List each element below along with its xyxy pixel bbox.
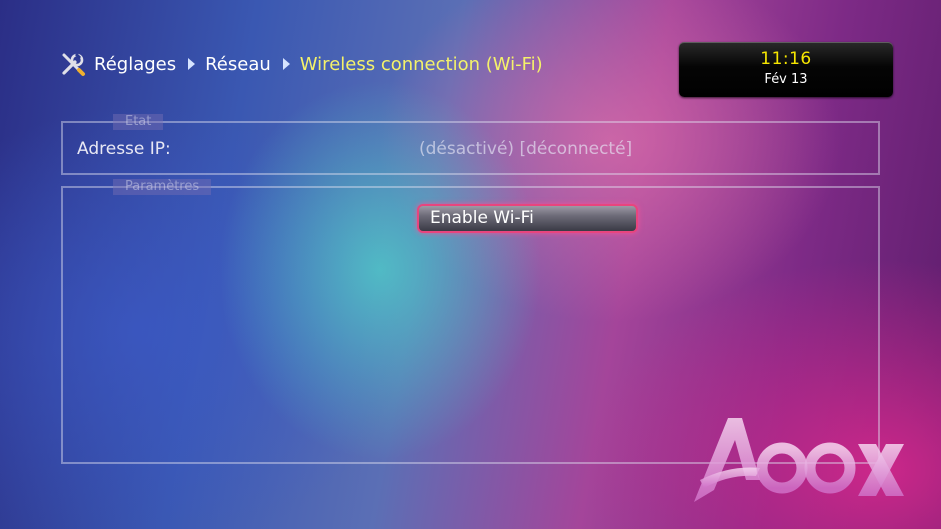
chevron-right-icon — [282, 58, 290, 70]
ip-address-label: Adresse IP: — [77, 139, 171, 159]
clock-time: 11:16 — [760, 49, 812, 69]
enable-wifi-button[interactable]: Enable Wi-Fi — [417, 204, 638, 233]
abox-logo — [694, 418, 904, 502]
tools-icon — [62, 52, 85, 76]
breadcrumb-current: Wireless connection (Wi-Fi) — [299, 53, 543, 75]
breadcrumb-item-settings[interactable]: Réglages — [94, 54, 176, 75]
status-group: Etat Adresse IP: (désactivé) [déconnecté… — [61, 114, 880, 175]
settings-group-legend: Paramètres — [113, 179, 212, 195]
chevron-right-icon — [188, 58, 196, 70]
status-group-legend: Etat — [113, 114, 164, 130]
breadcrumb-item-network[interactable]: Réseau — [205, 54, 271, 75]
screen: Réglages Réseau Wireless connection (Wi-… — [0, 0, 941, 529]
ip-address-value: (désactivé) [déconnecté] — [419, 139, 633, 159]
clock-panel: 11:16 Fév 13 — [679, 42, 893, 97]
clock-date: Fév 13 — [764, 72, 808, 87]
breadcrumb: Réglages Réseau Wireless connection (Wi-… — [60, 50, 543, 78]
